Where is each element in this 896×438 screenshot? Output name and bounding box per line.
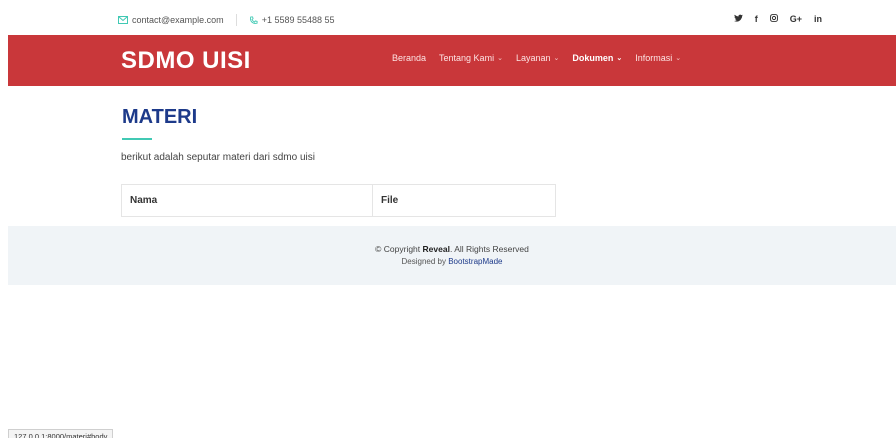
copyright-prefix: © Copyright (375, 244, 421, 254)
instagram-icon[interactable] (769, 14, 778, 24)
phone-icon (249, 15, 258, 24)
main-nav: Beranda Tentang Kami ⌄ Layanan ⌄ Dokumen… (392, 53, 694, 63)
phone-contact[interactable]: +1 5589 55488 55 (249, 15, 335, 25)
chevron-down-icon: ⌄ (675, 55, 682, 62)
nav-label: Informasi (635, 53, 673, 63)
designed-by-label: Designed by (401, 257, 446, 266)
top-bar: contact@example.com +1 5589 55488 55 f G… (8, 8, 896, 36)
phone-text: +1 5589 55488 55 (261, 15, 335, 25)
site-logo[interactable]: SDMO UISI (121, 47, 251, 75)
page-frame: contact@example.com +1 5589 55488 55 f G… (8, 8, 896, 438)
contact-divider (235, 14, 237, 26)
nav-label: Beranda (392, 53, 427, 63)
site-header: SDMO UISI Beranda Tentang Kami ⌄ Layanan… (8, 35, 896, 86)
table-header-nama: Nama (122, 185, 373, 216)
table-header-file: File (381, 195, 399, 206)
bootstrapmade-link[interactable]: BootstrapMade (448, 257, 502, 266)
main-content: MATERI berikut adalah seputar materi dar… (8, 86, 896, 226)
social-links: f G+ in (722, 14, 822, 24)
copyright-brand: Reveal (422, 244, 450, 254)
nav-informasi[interactable]: Informasi ⌄ (635, 53, 681, 63)
copyright-text: © Copyright Reveal. All Rights Reserved (8, 244, 896, 254)
chevron-down-icon: ⌄ (497, 55, 503, 62)
linkedin-icon[interactable]: in (814, 14, 822, 24)
nav-label: Tentang Kami (439, 53, 495, 63)
facebook-icon[interactable]: f (755, 14, 758, 24)
nav-tentang-kami[interactable]: Tentang Kami ⌄ (439, 53, 503, 63)
email-contact[interactable]: contact@example.com (118, 15, 224, 25)
site-footer: © Copyright Reveal. All Rights Reserved … (8, 226, 896, 285)
chevron-down-icon: ⌄ (553, 55, 560, 62)
chevron-down-icon: ⌄ (616, 55, 623, 62)
email-text: contact@example.com (132, 15, 224, 25)
google-plus-icon[interactable]: G+ (790, 14, 802, 24)
materi-table: Nama File (121, 184, 556, 217)
nav-label: Dokumen (572, 53, 614, 63)
mail-icon (118, 16, 128, 24)
nav-dokumen[interactable]: Dokumen ⌄ (572, 53, 622, 63)
nav-layanan[interactable]: Layanan ⌄ (516, 53, 559, 63)
page-description: berikut adalah seputar materi dari sdmo … (121, 152, 315, 163)
nav-label: Layanan (515, 53, 551, 63)
page-title: MATERI (122, 106, 198, 128)
contact-info: contact@example.com +1 5589 55488 55 (118, 14, 335, 26)
credits-text: Designed by BootstrapMade (8, 257, 896, 266)
twitter-icon[interactable] (733, 14, 743, 24)
copyright-suffix: . All Rights Reserved (449, 244, 529, 254)
title-underline (122, 138, 152, 140)
browser-status-bar: 127.0.0.1:8000/materi#body (8, 429, 114, 438)
nav-beranda[interactable]: Beranda (392, 53, 426, 63)
